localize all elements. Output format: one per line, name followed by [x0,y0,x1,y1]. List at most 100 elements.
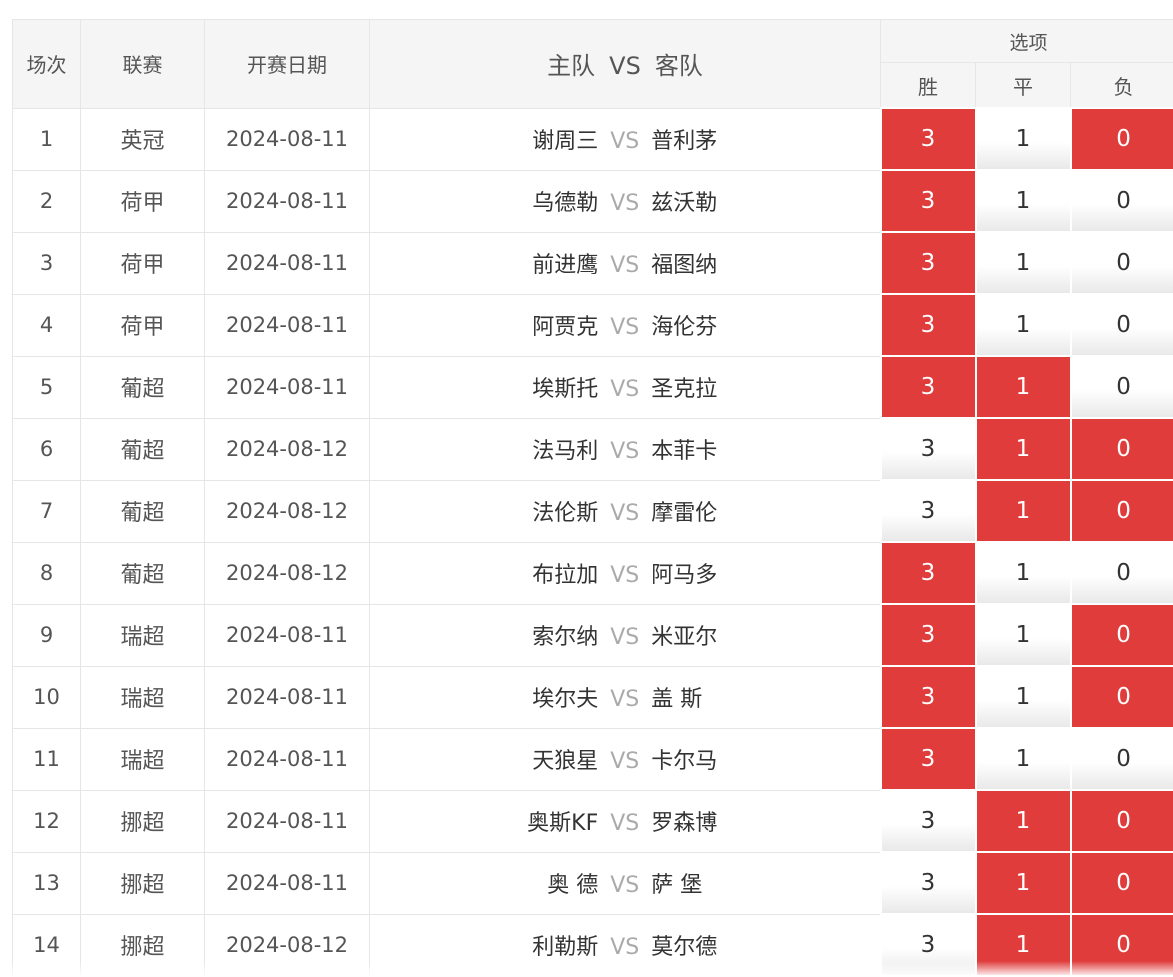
option-draw[interactable]: 1 [976,232,1071,294]
header-round: 场次 [13,20,81,109]
option-win[interactable]: 3 [881,480,976,542]
match-row: 11 瑞超 2024-08-11 天狼星VS卡尔马 3 1 0 [13,728,1173,790]
option-draw[interactable]: 1 [976,294,1071,356]
option-draw[interactable]: 1 [976,728,1071,790]
home-team: 乌德勒 [388,185,598,217]
option-win[interactable]: 3 [881,170,976,232]
option-lose[interactable]: 0 [1071,604,1173,666]
match-date: 2024-08-12 [205,542,370,604]
vs-label: VS [610,129,639,154]
header-lose: 负 [1071,63,1173,109]
table-body: 1 英冠 2024-08-11 谢周三VS普利茅 3 1 0 2 荷甲 2024… [13,108,1173,976]
option-win[interactable]: 3 [881,542,976,604]
option-lose[interactable]: 0 [1071,108,1173,170]
match-number: 9 [13,604,81,666]
home-team: 法伦斯 [388,495,598,527]
option-draw[interactable]: 1 [976,480,1071,542]
league-name: 瑞超 [81,728,205,790]
home-team: 法马利 [388,433,598,465]
option-lose[interactable]: 0 [1071,728,1173,790]
match-teams: 埃斯托VS圣克拉 [370,356,881,418]
option-win[interactable]: 3 [881,232,976,294]
match-teams: 法马利VS本菲卡 [370,418,881,480]
option-draw[interactable]: 1 [976,108,1071,170]
option-win[interactable]: 3 [881,604,976,666]
option-win[interactable]: 3 [881,790,976,852]
match-teams: 阿贾克VS海伦芬 [370,294,881,356]
option-draw[interactable]: 1 [976,418,1071,480]
table-header: 场次 联赛 开赛日期 主队VS客队 选项 胜 平 负 [13,20,1173,109]
header-league: 联赛 [81,20,205,109]
away-team: 本菲卡 [651,433,861,465]
vs-label: VS [610,563,639,588]
away-team: 盖 斯 [651,681,861,713]
home-team: 前进鹰 [388,247,598,279]
match-teams: 法伦斯VS摩雷伦 [370,480,881,542]
match-number: 5 [13,356,81,418]
match-date: 2024-08-11 [205,790,370,852]
option-lose[interactable]: 0 [1071,418,1173,480]
option-lose[interactable]: 0 [1071,170,1173,232]
home-team: 奥斯KF [388,805,598,837]
away-team: 海伦芬 [651,309,861,341]
vs-label: VS [610,749,639,774]
vs-label: VS [610,377,639,402]
league-name: 葡超 [81,356,205,418]
match-row: 8 葡超 2024-08-12 布拉加VS阿马多 3 1 0 [13,542,1173,604]
match-row: 13 挪超 2024-08-11 奥 德VS萨 堡 3 1 0 [13,852,1173,914]
option-lose[interactable]: 0 [1071,356,1173,418]
away-team: 兹沃勒 [651,185,861,217]
match-teams: 索尔纳VS米亚尔 [370,604,881,666]
option-lose[interactable]: 0 [1071,542,1173,604]
match-date: 2024-08-11 [205,728,370,790]
option-win[interactable]: 3 [881,294,976,356]
option-draw[interactable]: 1 [976,666,1071,728]
vs-label: VS [610,625,639,650]
home-team: 谢周三 [388,123,598,155]
header-win: 胜 [881,63,976,109]
option-draw[interactable]: 1 [976,356,1071,418]
option-lose[interactable]: 0 [1071,480,1173,542]
match-number: 10 [13,666,81,728]
option-lose[interactable]: 0 [1071,294,1173,356]
option-draw[interactable]: 1 [976,852,1071,914]
home-team: 天狼星 [388,743,598,775]
option-draw[interactable]: 1 [976,542,1071,604]
match-row: 4 荷甲 2024-08-11 阿贾克VS海伦芬 3 1 0 [13,294,1173,356]
league-name: 荷甲 [81,294,205,356]
option-lose[interactable]: 0 [1071,666,1173,728]
header-date: 开赛日期 [205,20,370,109]
match-date: 2024-08-12 [205,480,370,542]
option-win[interactable]: 3 [881,852,976,914]
match-date: 2024-08-11 [205,852,370,914]
league-name: 葡超 [81,480,205,542]
vs-label: VS [610,935,639,960]
option-lose[interactable]: 0 [1071,790,1173,852]
option-draw[interactable]: 1 [976,604,1071,666]
option-win[interactable]: 3 [881,418,976,480]
league-name: 英冠 [81,108,205,170]
match-date: 2024-08-11 [205,356,370,418]
match-date: 2024-08-11 [205,666,370,728]
header-away: 客队 [655,52,703,80]
match-teams: 奥 德VS萨 堡 [370,852,881,914]
league-name: 瑞超 [81,666,205,728]
match-row: 3 荷甲 2024-08-11 前进鹰VS福图纳 3 1 0 [13,232,1173,294]
match-row: 7 葡超 2024-08-12 法伦斯VS摩雷伦 3 1 0 [13,480,1173,542]
away-team: 萨 堡 [651,867,861,899]
away-team: 莫尔德 [651,929,861,961]
match-number: 7 [13,480,81,542]
option-lose[interactable]: 0 [1071,852,1173,914]
match-teams: 布拉加VS阿马多 [370,542,881,604]
option-lose[interactable]: 0 [1071,232,1173,294]
league-name: 葡超 [81,542,205,604]
option-win[interactable]: 3 [881,666,976,728]
option-win[interactable]: 3 [881,356,976,418]
home-team: 埃斯托 [388,371,598,403]
option-win[interactable]: 3 [881,108,976,170]
option-win[interactable]: 3 [881,728,976,790]
vs-label: VS [610,253,639,278]
option-draw[interactable]: 1 [976,790,1071,852]
option-draw[interactable]: 1 [976,170,1071,232]
match-teams: 谢周三VS普利茅 [370,108,881,170]
